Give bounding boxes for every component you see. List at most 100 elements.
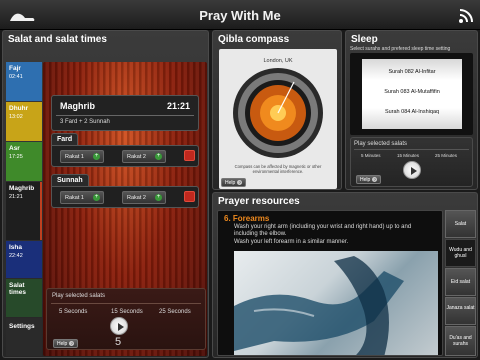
sidebar-item-label: Asr bbox=[9, 145, 20, 152]
sunnah-rakat-1-button[interactable]: Rakat 1 + bbox=[60, 191, 104, 204]
sleep-play-box: Play selected salats 5 Minutes 15 Minute… bbox=[350, 137, 473, 187]
fard-rakat-1-button[interactable]: Rakat 1 + bbox=[60, 150, 104, 163]
top-bar: Pray With Me bbox=[0, 0, 480, 30]
salat-panel-title: Salat and salat times bbox=[8, 34, 107, 45]
sidebar-item-fajr[interactable]: Fajr 02:41 bbox=[6, 62, 42, 101]
rakat-label: Rakat 1 bbox=[65, 154, 84, 160]
surah-option[interactable]: Surah 082 Al-Infitar bbox=[362, 69, 462, 75]
surah-option[interactable]: Surah 083 Al-Mutaffifin bbox=[362, 89, 462, 95]
fard-rakat-2-button[interactable]: Rakat 2 + bbox=[122, 150, 166, 163]
add-icon: + bbox=[155, 153, 162, 160]
sleep-duration-15m[interactable]: 15 Minutes bbox=[397, 153, 419, 158]
surah-picker[interactable]: Surah 082 Al-Infitar Surah 083 Al-Mutaff… bbox=[362, 59, 462, 129]
help-label: Help bbox=[225, 180, 236, 186]
play-icon bbox=[411, 167, 417, 175]
duration-25s[interactable]: 25 Seconds bbox=[159, 309, 191, 315]
fard-row: Rakat 1 + Rakat 2 + bbox=[51, 145, 199, 167]
sidebar-item-label: Isha bbox=[9, 244, 23, 251]
salat-panel: Salat and salat times Fajr 02:41 Dhuhr 1… bbox=[2, 30, 209, 358]
help-button[interactable]: Help? bbox=[53, 339, 79, 348]
selected-prayer-card: Maghrib 21:21 3 Fard + 2 Sunnah bbox=[51, 95, 199, 131]
surah-option[interactable]: Surah 084 Al-Inshiqaq bbox=[362, 109, 462, 115]
question-icon: ? bbox=[237, 180, 243, 185]
sidebar-item-label: Fajr bbox=[9, 65, 21, 72]
tab-janaza[interactable]: Janaza salat bbox=[445, 297, 476, 325]
sleep-panel-title: Sleep bbox=[351, 34, 378, 45]
tab-duas[interactable]: Du'as and surahs bbox=[445, 326, 476, 356]
rss-icon[interactable] bbox=[458, 8, 474, 24]
sunnah-row: Rakat 1 + Rakat 2 + bbox=[51, 186, 199, 208]
prayer-sidebar: Fajr 02:41 Dhuhr 13:02 Asr 17:25 Maghrib… bbox=[6, 62, 42, 356]
fard-label: Fard bbox=[51, 133, 79, 145]
help-label: Help bbox=[360, 177, 371, 183]
sleep-play-button[interactable] bbox=[403, 161, 421, 179]
sidebar-item-time: 21:21 bbox=[9, 194, 23, 200]
forearm-drawing bbox=[234, 256, 404, 355]
resources-panel: Prayer resources 6. Forearms Wash your r… bbox=[212, 192, 478, 358]
add-icon: + bbox=[93, 153, 100, 160]
sidebar-item-label: Maghrib bbox=[9, 185, 35, 192]
sleep-duration-5m[interactable]: 5 Minutes bbox=[361, 153, 381, 158]
step-text: Wash your left forearm in a similar mann… bbox=[234, 239, 349, 245]
qibla-help-button[interactable]: Help? bbox=[221, 178, 247, 187]
tab-wudu[interactable]: Wudu and ghusl bbox=[445, 239, 476, 267]
sidebar-item-time: 17:25 bbox=[9, 154, 23, 160]
surah-picker-frame: Surah 082 Al-Infitar Surah 083 Al-Mutaff… bbox=[350, 53, 473, 135]
sidebar-item-time: 22:42 bbox=[9, 253, 23, 259]
tab-salat[interactable]: Salat bbox=[445, 210, 476, 238]
add-icon: + bbox=[155, 194, 162, 201]
help-label: Help bbox=[57, 341, 68, 347]
sidebar-item-dhuhr[interactable]: Dhuhr 13:02 bbox=[6, 102, 42, 141]
tab-eid[interactable]: Eid salat bbox=[445, 268, 476, 296]
salat-count: 5 bbox=[115, 336, 122, 348]
sidebar-item-salat-times[interactable]: Salat times bbox=[6, 279, 42, 317]
compass-dial[interactable] bbox=[228, 65, 328, 161]
sidebar-item-time: 02:41 bbox=[9, 74, 23, 80]
duration-15s[interactable]: 15 Seconds bbox=[111, 309, 143, 315]
sidebar-item-settings[interactable]: Settings bbox=[6, 318, 42, 356]
sleep-instruction: Select surahs and prefered sleep time se… bbox=[350, 46, 451, 52]
sleep-panel: Sleep Select surahs and prefered sleep t… bbox=[345, 30, 478, 190]
resources-panel-title: Prayer resources bbox=[218, 196, 300, 207]
sidebar-item-maghrib[interactable]: Maghrib 21:21 bbox=[6, 182, 42, 240]
resource-tabs: Salat Wudu and ghusl Eid salat Janaza sa… bbox=[445, 210, 476, 356]
sidebar-item-label: Dhuhr bbox=[9, 105, 29, 112]
sunnah-rakat-2-button[interactable]: Rakat 2 + bbox=[122, 191, 166, 204]
add-icon: + bbox=[93, 194, 100, 201]
wudu-illustration bbox=[234, 251, 438, 355]
step-title: 6. Forearms bbox=[224, 214, 270, 223]
qibla-panel: Qibla compass London, UK Compass can be … bbox=[212, 30, 342, 190]
remove-fard-button[interactable] bbox=[184, 150, 195, 161]
divider bbox=[354, 149, 469, 150]
play-button[interactable] bbox=[110, 317, 128, 335]
rakat-label: Rakat 2 bbox=[127, 195, 146, 201]
remove-sunnah-button[interactable] bbox=[184, 191, 195, 202]
sidebar-item-label: Salat times bbox=[9, 282, 26, 296]
sleep-duration-25m[interactable]: 25 Minutes bbox=[435, 153, 457, 158]
divider bbox=[56, 115, 194, 116]
play-title: Play selected salats bbox=[52, 293, 106, 299]
sleep-play-title: Play selected salats bbox=[354, 141, 408, 147]
sidebar-item-asr[interactable]: Asr 17:25 bbox=[6, 142, 42, 181]
divider bbox=[51, 303, 201, 304]
app-title: Pray With Me bbox=[199, 8, 281, 23]
question-icon: ? bbox=[69, 341, 75, 346]
sunnah-label: Sunnah bbox=[51, 174, 89, 186]
question-icon: ? bbox=[372, 177, 378, 182]
step-text: Wash your right arm (including your wris… bbox=[234, 224, 412, 237]
compass-location: London, UK bbox=[263, 58, 293, 64]
play-salats-box: Play selected salats 5 Seconds 15 Second… bbox=[46, 288, 206, 350]
duration-5s[interactable]: 5 Seconds bbox=[59, 309, 87, 315]
rakat-label: Rakat 1 bbox=[65, 195, 84, 201]
sidebar-item-isha[interactable]: Isha 22:42 bbox=[6, 241, 42, 278]
sidebar-item-time: 13:02 bbox=[9, 114, 23, 120]
play-icon bbox=[118, 323, 124, 331]
selected-prayer-time: 21:21 bbox=[166, 101, 190, 111]
rakat-label: Rakat 2 bbox=[127, 154, 146, 160]
sidebar-item-label: Settings bbox=[9, 323, 35, 330]
selected-prayer-subtitle: 3 Fard + 2 Sunnah bbox=[60, 119, 110, 125]
compass-note: Compass can be affected by magnetic or o… bbox=[234, 164, 322, 174]
sleep-help-button[interactable]: Help? bbox=[356, 175, 382, 184]
compass-area: London, UK Compass can be affected by ma… bbox=[219, 49, 337, 189]
qibla-panel-title: Qibla compass bbox=[218, 34, 290, 45]
